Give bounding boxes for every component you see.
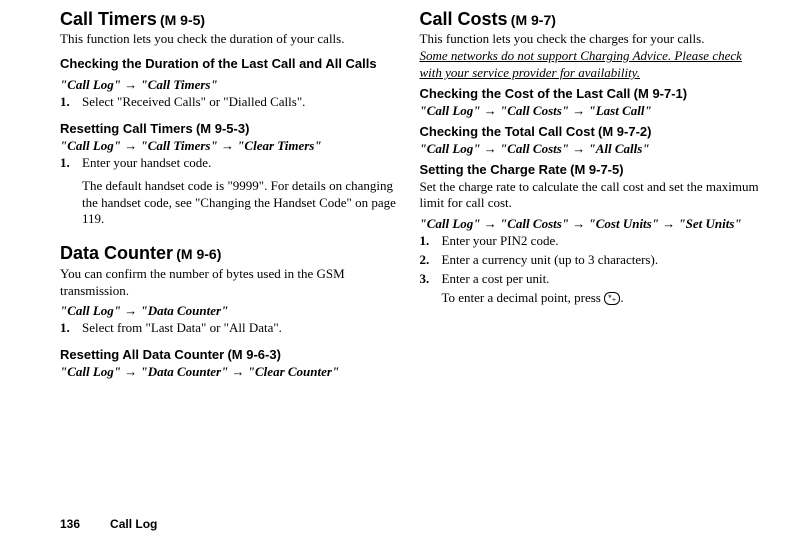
last-call-path: "Call Log" → "Call Costs" → "Last Call" xyxy=(420,103,760,120)
step3-extra: To enter a decimal point, press *₊. xyxy=(442,290,760,307)
reset-timers-note: The default handset code is "9999". For … xyxy=(82,178,400,229)
total-cost-path: "Call Log" → "Call Costs" → "All Calls" xyxy=(420,141,760,158)
total-cost-code: (M 9-7-2) xyxy=(598,124,651,139)
reset-data-path: "Call Log" → "Data Counter" → "Clear Cou… xyxy=(60,364,400,381)
page-footer: 136 Call Log xyxy=(60,517,157,533)
last-call-code: (M 9-7-1) xyxy=(634,86,687,101)
call-timers-desc: This function lets you check the duratio… xyxy=(60,31,400,48)
section-name: Call Log xyxy=(110,517,157,531)
charge-rate-desc: Set the charge rate to calculate the cal… xyxy=(420,179,760,213)
last-call-heading: Checking the Cost of the Last Call xyxy=(420,86,631,101)
page-number: 136 xyxy=(60,517,80,531)
list-item: 1.Select "Received Calls" or "Dialled Ca… xyxy=(60,94,400,111)
reset-timers-heading: Resetting Call Timers xyxy=(60,121,193,136)
reset-data-code: (M 9-6-3) xyxy=(227,347,280,362)
left-column: Call Timers (M 9-5) This function lets y… xyxy=(60,8,400,381)
reset-timers-code: (M 9-5-3) xyxy=(196,121,249,136)
asterisk-key-icon: *₊ xyxy=(604,292,620,305)
call-costs-desc: This function lets you check the charges… xyxy=(420,31,760,48)
reset-data-heading: Resetting All Data Counter xyxy=(60,347,224,362)
list-item: 2.Enter a currency unit (up to 3 charact… xyxy=(420,252,760,269)
charge-rate-code: (M 9-7-5) xyxy=(570,162,623,177)
data-counter-heading: Data Counter xyxy=(60,243,173,263)
call-costs-note: Some networks do not support Charging Ad… xyxy=(420,48,760,82)
right-column: Call Costs (M 9-7) This function lets yo… xyxy=(420,8,760,381)
call-timers-heading: Call Timers xyxy=(60,9,157,29)
reset-timers-path: "Call Log" → "Call Timers" → "Clear Time… xyxy=(60,138,400,155)
call-timers-code: (M 9-5) xyxy=(160,12,205,28)
check-duration-path: "Call Log" → "Call Timers" xyxy=(60,77,400,94)
data-counter-code: (M 9-6) xyxy=(176,246,221,262)
list-item: 3.Enter a cost per unit. xyxy=(420,271,760,288)
call-costs-code: (M 9-7) xyxy=(511,12,556,28)
check-duration-heading: Checking the Duration of the Last Call a… xyxy=(60,56,377,71)
total-cost-heading: Checking the Total Call Cost xyxy=(420,124,595,139)
charge-rate-path: "Call Log" → "Call Costs" → "Cost Units"… xyxy=(420,216,760,233)
list-item: 1.Enter your handset code. xyxy=(60,155,400,172)
data-counter-desc: You can confirm the number of bytes used… xyxy=(60,266,400,300)
charge-rate-heading: Setting the Charge Rate xyxy=(420,162,567,177)
list-item: 1.Select from "Last Data" or "All Data". xyxy=(60,320,400,337)
call-costs-heading: Call Costs xyxy=(420,9,508,29)
list-item: 1.Enter your PIN2 code. xyxy=(420,233,760,250)
data-counter-path: "Call Log" → "Data Counter" xyxy=(60,303,400,320)
